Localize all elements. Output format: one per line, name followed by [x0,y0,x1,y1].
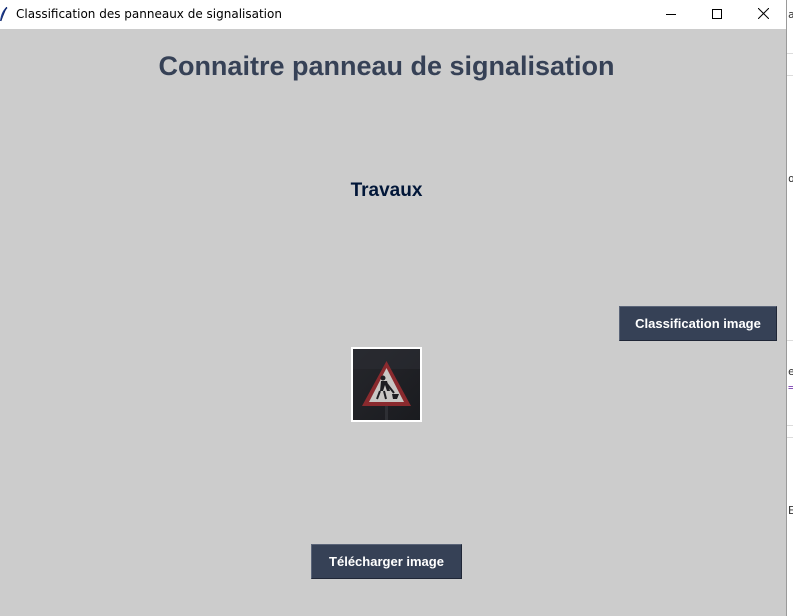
background-text-5: E [788,504,793,517]
close-button[interactable] [740,0,786,29]
classify-image-button[interactable]: Classification image [619,306,777,341]
window-title: Classification des panneaux de signalisa… [16,7,282,21]
app-window: Classification des panneaux de signalisa… [0,0,787,616]
close-icon [757,6,769,24]
main-panel: Connaitre panneau de signalisation Trava… [0,29,786,616]
feather-icon [0,6,8,22]
minimize-button[interactable] [648,0,694,29]
upload-image-button[interactable]: Télécharger image [311,544,462,579]
background-divider [787,425,793,426]
classification-result: Travaux [350,180,423,201]
page-title: Connaitre panneau de signalisation [158,51,615,81]
minimize-icon [666,6,676,24]
background-divider [787,437,793,438]
background-text-3: e [788,365,793,378]
uploaded-image [351,347,422,422]
background-divider [787,340,793,341]
maximize-button[interactable] [694,0,740,29]
background-divider [787,75,793,76]
background-divider [787,53,793,54]
maximize-icon [712,6,722,24]
title-bar[interactable]: Classification des panneaux de signalisa… [0,0,786,29]
background-text-2: o [788,172,793,185]
background-text-1: a [788,8,793,21]
background-window-edge: a o e = E [787,0,793,616]
background-text-4: = [788,381,793,394]
roadworks-sign-image [353,349,420,420]
